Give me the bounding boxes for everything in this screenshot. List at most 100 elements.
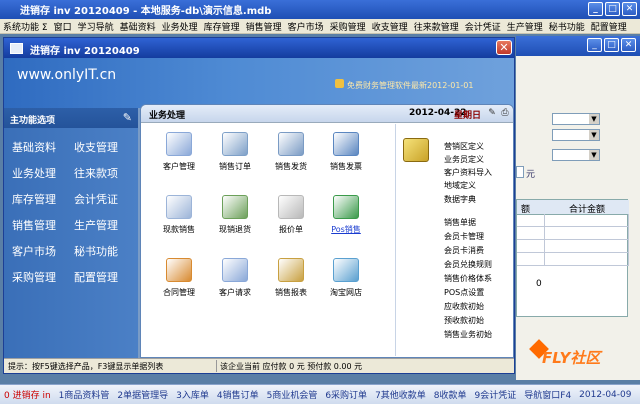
menu-item[interactable]: 销售管理 xyxy=(243,20,285,33)
task-item[interactable]: 0 进销存 in xyxy=(4,388,51,401)
promo-link[interactable]: 免费财务管理软件最新2012-01-01 xyxy=(347,80,474,91)
tile-quote[interactable]: 报价单 xyxy=(261,195,321,235)
task-item[interactable]: 7其他收款单 xyxy=(375,388,426,401)
link-region[interactable]: 地域定义 xyxy=(444,180,476,191)
link-member-card[interactable]: 会员卡管理 xyxy=(444,231,484,242)
side-item-basic-data[interactable]: 基础资料 xyxy=(12,139,56,155)
side-item-inventory[interactable]: 库存管理 xyxy=(12,191,56,207)
tile-return[interactable]: 现销退货 xyxy=(205,195,265,235)
side-item-business[interactable]: 业务处理 xyxy=(12,165,56,181)
tile-label: 销售发票 xyxy=(330,162,362,171)
grid-cell[interactable] xyxy=(517,214,545,227)
link-receivable-init[interactable]: 应收款初始 xyxy=(444,301,484,312)
task-item[interactable]: 5商业机会管 xyxy=(267,388,318,401)
tile-taobao[interactable]: 淘宝网店 xyxy=(316,258,376,298)
task-item[interactable]: 8收款单 xyxy=(434,388,467,401)
grid-cell[interactable] xyxy=(545,227,629,240)
menu-item[interactable]: 生产管理 xyxy=(504,20,546,33)
link-member-rules[interactable]: 会员兑换规则 xyxy=(444,259,492,270)
minimize-icon[interactable]: _ xyxy=(588,2,603,16)
grid-cell[interactable] xyxy=(517,227,545,240)
grid-cell[interactable] xyxy=(545,240,629,253)
tile-label: 现款销售 xyxy=(163,225,195,234)
select-field[interactable]: ▼ xyxy=(552,149,600,161)
link-customer-import[interactable]: 客户资料导入 xyxy=(444,167,492,178)
app-title: 进销存 inv 20120409 - 本地服务-db\演示信息.mdb xyxy=(20,6,272,17)
request-icon xyxy=(222,258,248,282)
status-summary: 该企业当前 应付款 0 元 预付款 0.00 元 xyxy=(220,362,363,371)
side-item-sales[interactable]: 销售管理 xyxy=(12,217,56,233)
maximize-icon[interactable]: □ xyxy=(604,38,619,52)
select-field[interactable]: ▼ xyxy=(552,129,600,141)
tile-label: 客户管理 xyxy=(163,162,195,171)
side-item-purchase[interactable]: 采购管理 xyxy=(12,269,56,285)
site-logo: www.onlyIT.cn xyxy=(17,67,117,83)
link-prepaid-init[interactable]: 预收款初始 xyxy=(444,315,484,326)
chevron-down-icon: ▼ xyxy=(589,150,599,160)
side-item-config[interactable]: 配置管理 xyxy=(74,269,118,285)
task-item[interactable]: 3入库单 xyxy=(176,388,209,401)
link-sales-documents[interactable]: 销售单据 xyxy=(444,217,476,228)
grid-cell[interactable] xyxy=(545,253,629,266)
task-item[interactable]: 导航窗口F4 xyxy=(524,388,571,401)
task-item[interactable]: 2单据管理导 xyxy=(117,388,168,401)
close-button[interactable]: ✕ xyxy=(496,40,512,55)
grid-cell[interactable] xyxy=(517,240,545,253)
pin-icon[interactable]: ✎ xyxy=(123,111,132,124)
cash-sale-icon xyxy=(166,195,192,219)
task-item[interactable]: 1商品资料管 xyxy=(59,388,110,401)
tile-label: 报价单 xyxy=(279,225,303,234)
menu-item[interactable]: 会计凭证 xyxy=(462,20,504,33)
tile-pos[interactable]: Pos销售 xyxy=(316,195,376,235)
tool-icon[interactable]: ✎ xyxy=(487,108,497,118)
menu-item[interactable]: 学习导航 xyxy=(75,20,117,33)
close-icon[interactable]: ✕ xyxy=(621,38,636,52)
grid-cell[interactable] xyxy=(517,253,545,266)
print-icon[interactable]: ⎙ xyxy=(500,108,510,118)
link-dictionary[interactable]: 数据字典 xyxy=(444,194,476,205)
tile-contract[interactable]: 合同管理 xyxy=(149,258,209,298)
link-sales-init[interactable]: 销售业务初始 xyxy=(444,329,492,340)
task-item[interactable]: 4销售订单 xyxy=(217,388,259,401)
side-item-secretary[interactable]: 秘书功能 xyxy=(74,243,118,259)
menu-item[interactable]: 往来款管理 xyxy=(411,20,462,33)
menu-item[interactable]: 秘书功能 xyxy=(546,20,588,33)
side-item-market[interactable]: 客户市场 xyxy=(12,243,56,259)
side-item-vouchers[interactable]: 会计凭证 xyxy=(74,191,118,207)
link-member-consume[interactable]: 会员卡消费 xyxy=(444,245,484,256)
select-field[interactable]: ▼ xyxy=(552,113,600,125)
tile-customer[interactable]: 客户管理 xyxy=(149,132,209,172)
menu-item[interactable]: 基础资料 xyxy=(117,20,159,33)
tile-cash-sale[interactable]: 现款销售 xyxy=(149,195,209,235)
input-field[interactable] xyxy=(516,166,524,178)
menu-item[interactable]: 系统功能 Σ xyxy=(0,20,51,33)
tile-report[interactable]: 销售报表 xyxy=(261,258,321,298)
task-item[interactable]: 6采购订单 xyxy=(325,388,367,401)
menu-item[interactable]: 客户市场 xyxy=(285,20,327,33)
maximize-icon[interactable]: □ xyxy=(605,2,620,16)
menu-item[interactable]: 配置管理 xyxy=(588,20,630,33)
tile-label: 淘宝网店 xyxy=(330,288,362,297)
minimize-icon[interactable]: _ xyxy=(587,38,602,52)
tile-request[interactable]: 客户请求 xyxy=(205,258,265,298)
link-salesman[interactable]: 业务员定义 xyxy=(444,154,484,165)
tile-label: 现销退货 xyxy=(219,225,251,234)
task-item[interactable]: 9会计凭证 xyxy=(475,388,517,401)
tile-invoice[interactable]: 销售发票 xyxy=(316,132,376,172)
link-price-system[interactable]: 销售价格体系 xyxy=(444,273,492,284)
link-pos-setup[interactable]: POS点设置 xyxy=(444,287,484,298)
tile-delivery[interactable]: 销售发货 xyxy=(261,132,321,172)
link-marketing-area[interactable]: 营销区定义 xyxy=(444,141,484,152)
tile-sales-order[interactable]: 销售订单 xyxy=(205,132,265,172)
menu-item[interactable]: 业务处理 xyxy=(159,20,201,33)
banner: www.onlyIT.cn 免费财务管理软件最新2012-01-01 xyxy=(4,58,514,108)
menu-item[interactable]: 收支管理 xyxy=(369,20,411,33)
close-icon[interactable]: ✕ xyxy=(622,2,637,16)
menu-item[interactable]: 采购管理 xyxy=(327,20,369,33)
grid-cell[interactable] xyxy=(545,214,629,227)
side-item-production[interactable]: 生产管理 xyxy=(74,217,118,233)
menu-item[interactable]: 窗口 xyxy=(51,20,75,33)
side-item-accounts[interactable]: 往来款项 xyxy=(74,165,118,181)
menu-item[interactable]: 库存管理 xyxy=(201,20,243,33)
side-item-income-expense[interactable]: 收支管理 xyxy=(74,139,118,155)
